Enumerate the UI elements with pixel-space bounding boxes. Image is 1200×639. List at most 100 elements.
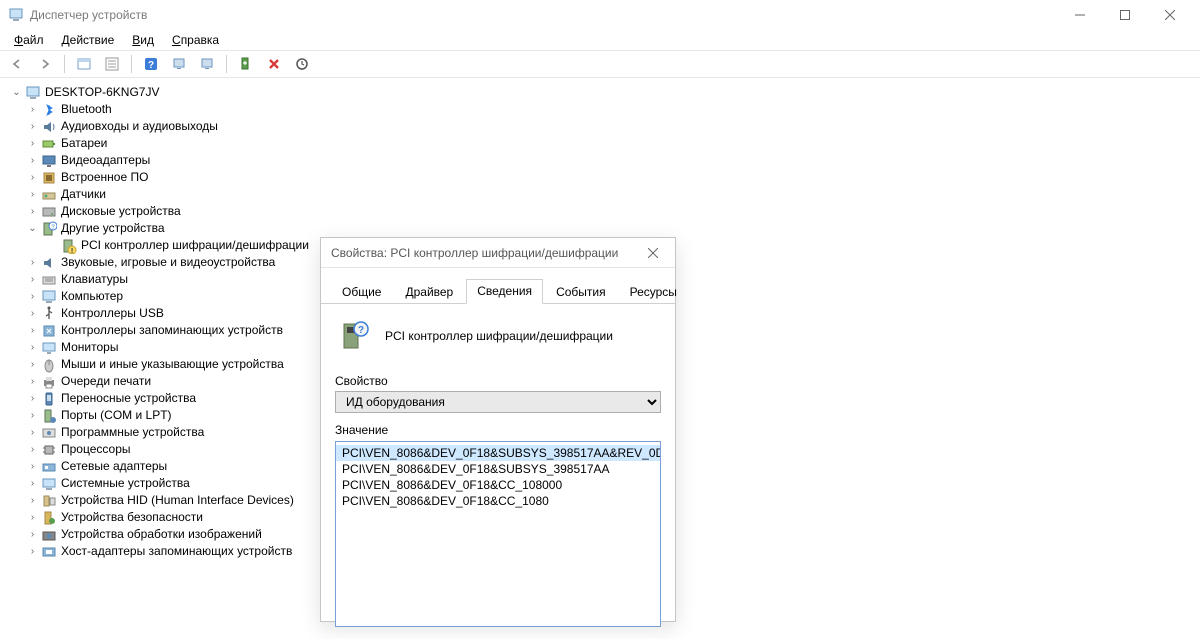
tree-category[interactable]: › Дисковые устройства: [10, 203, 1190, 220]
expander-icon[interactable]: ›: [26, 288, 39, 305]
tab-driver[interactable]: Драйвер: [394, 280, 464, 304]
hardware-id-value[interactable]: PCI\VEN_8086&DEV_0F18&SUBSYS_398517AA&RE…: [336, 445, 660, 461]
expander-icon[interactable]: ›: [26, 169, 39, 186]
device-big-icon: ?: [339, 320, 371, 352]
nav-forward-button[interactable]: [34, 53, 56, 75]
battery-icon: [41, 136, 57, 152]
expander-icon[interactable]: ›: [26, 322, 39, 339]
expander-icon[interactable]: ›: [26, 339, 39, 356]
expander-icon[interactable]: ›: [26, 526, 39, 543]
expander-icon[interactable]: ›: [26, 101, 39, 118]
menu-help[interactable]: Справка: [164, 31, 227, 49]
expander-icon[interactable]: ›: [26, 407, 39, 424]
expander-icon[interactable]: ›: [26, 135, 39, 152]
enable-device-button[interactable]: [235, 53, 257, 75]
property-select[interactable]: ИД оборудования: [335, 391, 661, 413]
tree-category-label: Контроллеры USB: [61, 305, 164, 322]
device-name: PCI контроллер шифрации/дешифрации: [385, 329, 613, 343]
expander-icon[interactable]: ›: [26, 356, 39, 373]
dialog-title: Свойства: PCI контроллер шифрации/дешифр…: [331, 246, 633, 260]
tree-category-label: Мониторы: [61, 339, 118, 356]
expander-icon[interactable]: ›: [26, 203, 39, 220]
scan-hardware-button[interactable]: [291, 53, 313, 75]
mouse-icon: [41, 357, 57, 373]
tree-category-label: Bluetooth: [61, 101, 112, 118]
uninstall-device-button[interactable]: [263, 53, 285, 75]
tree-category[interactable]: › Bluetooth: [10, 101, 1190, 118]
imaging-icon: [41, 527, 57, 543]
tab-details[interactable]: Сведения: [466, 279, 543, 304]
help-button[interactable]: ?: [140, 53, 162, 75]
tree-category-label: Клавиатуры: [61, 271, 128, 288]
expander-icon[interactable]: ⌄: [26, 220, 39, 237]
expander-icon[interactable]: ›: [26, 118, 39, 135]
tree-category[interactable]: › Встроенное ПО: [10, 169, 1190, 186]
expander-icon[interactable]: ›: [26, 271, 39, 288]
tree-category-label: Очереди печати: [61, 373, 151, 390]
window-controls: [1057, 1, 1192, 29]
dialog-titlebar[interactable]: Свойства: PCI контроллер шифрации/дешифр…: [321, 238, 675, 268]
expander-icon[interactable]: ›: [26, 186, 39, 203]
expander-icon[interactable]: ›: [26, 492, 39, 509]
tab-events[interactable]: События: [545, 280, 617, 304]
hid-icon: [41, 493, 57, 509]
sound-icon: [41, 255, 57, 271]
menu-file[interactable]: Файл: [6, 31, 52, 49]
nav-back-button[interactable]: [6, 53, 28, 75]
expander-icon[interactable]: ›: [26, 543, 39, 560]
close-button[interactable]: [1147, 1, 1192, 29]
unknown-device-icon: !: [61, 238, 77, 254]
network-icon: [41, 459, 57, 475]
expander-icon[interactable]: ›: [26, 424, 39, 441]
tree-category-label: Батареи: [61, 135, 107, 152]
tree-category-label: Аудиовходы и аудиовыходы: [61, 118, 218, 135]
tab-resources[interactable]: Ресурсы: [619, 280, 688, 304]
expander-icon[interactable]: ⌄: [10, 84, 23, 101]
tree-root[interactable]: ⌄ DESKTOP-6KNG7JV: [10, 84, 1190, 101]
keyboard-icon: [41, 272, 57, 288]
expander-icon[interactable]: ›: [26, 390, 39, 407]
update-driver-button[interactable]: [196, 53, 218, 75]
tree-category[interactable]: › Аудиовходы и аудиовыходы: [10, 118, 1190, 135]
expander-icon[interactable]: ›: [26, 441, 39, 458]
menu-view[interactable]: Вид: [124, 31, 162, 49]
expander-icon[interactable]: ›: [26, 254, 39, 271]
minimize-button[interactable]: [1057, 1, 1102, 29]
expander-icon[interactable]: ›: [26, 475, 39, 492]
tree-category-label: Дисковые устройства: [61, 203, 181, 220]
toolbar-separator: [226, 55, 227, 73]
show-hidden-button[interactable]: [73, 53, 95, 75]
tab-general[interactable]: Общие: [331, 280, 392, 304]
properties-button[interactable]: [101, 53, 123, 75]
expander-icon[interactable]: ›: [26, 458, 39, 475]
expander-icon[interactable]: ›: [26, 509, 39, 526]
maximize-button[interactable]: [1102, 1, 1147, 29]
scan-button[interactable]: [168, 53, 190, 75]
tree-category-label: Компьютер: [61, 288, 123, 305]
firmware-icon: [41, 170, 57, 186]
menu-action[interactable]: Действие: [54, 31, 123, 49]
computer-icon: [41, 289, 57, 305]
tree-category-label: Встроенное ПО: [61, 169, 148, 186]
expander-icon[interactable]: ›: [26, 373, 39, 390]
security-icon: [41, 510, 57, 526]
tree-category[interactable]: ›Видеоадаптеры: [10, 152, 1190, 169]
tree-category-label: Порты (COM и LPT): [61, 407, 172, 424]
tree-category[interactable]: ⌄?Другие устройства: [10, 220, 1190, 237]
toolbar: ?: [0, 50, 1200, 78]
dialog-close-button[interactable]: [633, 239, 673, 267]
tree-category-label: Другие устройства: [61, 220, 165, 237]
expander-icon[interactable]: ›: [26, 152, 39, 169]
hardware-id-value[interactable]: PCI\VEN_8086&DEV_0F18&CC_108000: [336, 477, 660, 493]
tree-category-label: Программные устройства: [61, 424, 204, 441]
hardware-id-value[interactable]: PCI\VEN_8086&DEV_0F18&SUBSYS_398517AA: [336, 461, 660, 477]
tree-category-label: Процессоры: [61, 441, 131, 458]
hardware-id-value[interactable]: PCI\VEN_8086&DEV_0F18&CC_1080: [336, 493, 660, 509]
property-label: Свойство: [335, 374, 661, 388]
values-listbox[interactable]: PCI\VEN_8086&DEV_0F18&SUBSYS_398517AA&RE…: [335, 441, 661, 627]
tree-category[interactable]: › Батареи: [10, 135, 1190, 152]
port-icon: [41, 408, 57, 424]
expander-icon[interactable]: ›: [26, 305, 39, 322]
tree-category[interactable]: ›Датчики: [10, 186, 1190, 203]
printer-icon: [41, 374, 57, 390]
